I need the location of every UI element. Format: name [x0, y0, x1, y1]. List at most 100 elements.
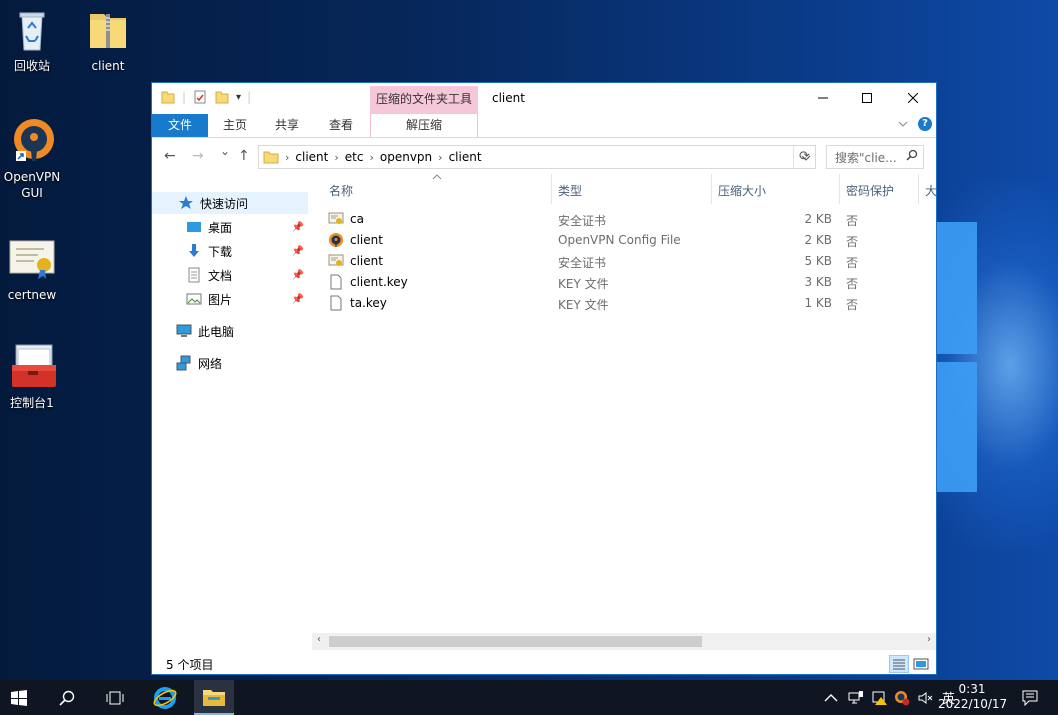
- table-row[interactable]: client.key KEY 文件 3 KB 否: [328, 272, 928, 293]
- desktop-icon-certnew[interactable]: certnew: [0, 235, 67, 303]
- scroll-right-icon[interactable]: ›: [927, 634, 931, 645]
- column-divider[interactable]: [551, 174, 552, 204]
- search-input[interactable]: 搜索"clie...: [826, 145, 924, 169]
- desktop-icon-label: OpenVPN GUI: [3, 170, 61, 200]
- column-divider[interactable]: [918, 174, 919, 204]
- pin-icon[interactable]: 📌: [292, 294, 304, 305]
- close-button[interactable]: [890, 83, 936, 113]
- certificate-icon: [328, 212, 344, 224]
- clock[interactable]: 0:31 2022/10/17: [938, 682, 1007, 712]
- document-icon: [188, 267, 200, 283]
- computer-icon: [176, 324, 192, 337]
- search-button[interactable]: [48, 680, 86, 715]
- file-explorer-icon: [203, 689, 225, 706]
- tab-share[interactable]: 共享: [266, 114, 308, 137]
- expand-ribbon-icon[interactable]: [898, 120, 908, 128]
- security-tray-icon[interactable]: [872, 690, 888, 706]
- table-row[interactable]: client 安全证书 5 KB 否: [328, 251, 928, 272]
- minimize-button[interactable]: [800, 83, 846, 113]
- folder-icon[interactable]: [160, 89, 176, 105]
- nav-item-label: 此电脑: [198, 324, 235, 339]
- nav-quick-access[interactable]: 快速访问: [152, 192, 308, 214]
- details-view-button[interactable]: [889, 655, 909, 673]
- column-header-name[interactable]: 名称: [329, 182, 353, 199]
- scroll-left-icon[interactable]: ‹: [317, 634, 321, 645]
- table-row[interactable]: ta.key KEY 文件 1 KB 否: [328, 293, 928, 314]
- task-view-button[interactable]: [96, 680, 134, 715]
- back-button[interactable]: ←: [164, 148, 176, 164]
- nav-pictures[interactable]: 图片 📌: [152, 288, 308, 310]
- nav-item-label: 图片: [208, 292, 233, 307]
- wallpaper-pane: [937, 362, 977, 492]
- pin-icon[interactable]: 📌: [292, 270, 304, 281]
- nav-documents[interactable]: 文档 📌: [152, 264, 308, 286]
- toolbox-icon: [8, 343, 56, 391]
- network-tray-icon[interactable]: [848, 690, 864, 706]
- desktop-icon-console1[interactable]: 控制台1: [0, 343, 67, 411]
- file-name: client: [350, 254, 383, 268]
- column-divider[interactable]: [711, 174, 712, 204]
- openvpn-tray-icon[interactable]: [894, 690, 910, 706]
- desktop-icon-client-zip[interactable]: client: [73, 6, 143, 74]
- start-button[interactable]: [0, 680, 38, 715]
- column-header-type[interactable]: 类型: [558, 182, 582, 199]
- action-center-button[interactable]: [1012, 680, 1048, 715]
- chevron-up-icon[interactable]: [824, 693, 838, 703]
- nav-downloads[interactable]: 下载 📌: [152, 240, 308, 262]
- table-row[interactable]: client OpenVPN Config File 2 KB 否: [328, 230, 928, 251]
- notification-icon: [1022, 690, 1038, 706]
- taskbar-file-explorer[interactable]: [194, 680, 234, 715]
- tab-file[interactable]: 文件: [152, 114, 208, 137]
- column-divider[interactable]: [839, 174, 840, 204]
- windows-logo-icon: [11, 689, 27, 706]
- breadcrumb-segment[interactable]: etc: [345, 150, 364, 164]
- new-folder-icon[interactable]: [214, 89, 230, 105]
- desktop-icon-openvpn-gui[interactable]: OpenVPN GUI: [0, 117, 67, 201]
- tab-extract[interactable]: 解压缩: [370, 114, 478, 137]
- up-button[interactable]: ↑: [238, 148, 250, 164]
- tab-home[interactable]: 主页: [214, 114, 256, 137]
- taskbar-internet-explorer[interactable]: [146, 680, 184, 715]
- column-header-compressed-size[interactable]: 压缩大小: [718, 182, 766, 199]
- file-explorer-window: | ▾ | 压缩的文件夹工具 client 文件 主页 共享 查看 解压缩 ? …: [151, 82, 937, 675]
- breadcrumb-segment[interactable]: client: [449, 150, 482, 164]
- properties-icon[interactable]: [192, 89, 208, 105]
- nav-desktop[interactable]: 桌面 📌: [152, 216, 308, 238]
- breadcrumb-segment[interactable]: openvpn: [380, 150, 432, 164]
- desktop-icon-label: certnew: [7, 288, 57, 302]
- breadcrumb-segment[interactable]: client: [295, 150, 328, 164]
- nav-this-pc[interactable]: 此电脑: [152, 320, 308, 342]
- star-icon: [179, 196, 193, 209]
- navigation-bar: ← → ⌄ ↑ › client › etc › openvpn › clien…: [152, 138, 936, 173]
- large-icons-view-button[interactable]: [911, 655, 931, 673]
- title-bar: | ▾ | 压缩的文件夹工具 client: [152, 83, 936, 114]
- breadcrumb-separator[interactable]: ›: [369, 151, 373, 164]
- volume-muted-icon[interactable]: [918, 690, 934, 706]
- nav-item-label: 快速访问: [200, 196, 249, 211]
- horizontal-scrollbar[interactable]: ‹ ›: [312, 633, 936, 650]
- task-view-icon: [106, 691, 124, 704]
- breadcrumb-separator[interactable]: ›: [334, 151, 338, 164]
- certificate-icon: [8, 235, 56, 283]
- download-icon: [189, 244, 199, 257]
- breadcrumb-separator[interactable]: ›: [438, 151, 442, 164]
- qat-dropdown-icon[interactable]: ▾: [236, 92, 241, 103]
- tab-view[interactable]: 查看: [320, 114, 362, 137]
- pin-icon[interactable]: 📌: [292, 246, 304, 257]
- nav-network[interactable]: 网络: [152, 352, 308, 374]
- window-title: client: [492, 91, 525, 105]
- refresh-button[interactable]: ⟳: [793, 146, 815, 168]
- file-protected: 否: [846, 256, 859, 270]
- column-header-overflow[interactable]: 大: [925, 182, 936, 199]
- large-icons-view-icon: [913, 658, 929, 670]
- address-bar[interactable]: › client › etc › openvpn › client: [258, 145, 816, 169]
- pin-icon[interactable]: 📌: [292, 222, 304, 233]
- maximize-button[interactable]: [844, 83, 890, 113]
- column-header-password[interactable]: 密码保护: [846, 182, 894, 199]
- recent-locations-button[interactable]: ⌄: [220, 144, 230, 158]
- forward-button[interactable]: →: [192, 148, 204, 164]
- table-row[interactable]: ca 安全证书 2 KB 否: [328, 209, 928, 230]
- desktop-icon-recycle-bin[interactable]: 回收站: [0, 6, 67, 74]
- scrollbar-thumb[interactable]: [329, 636, 702, 647]
- help-icon[interactable]: ?: [918, 117, 932, 131]
